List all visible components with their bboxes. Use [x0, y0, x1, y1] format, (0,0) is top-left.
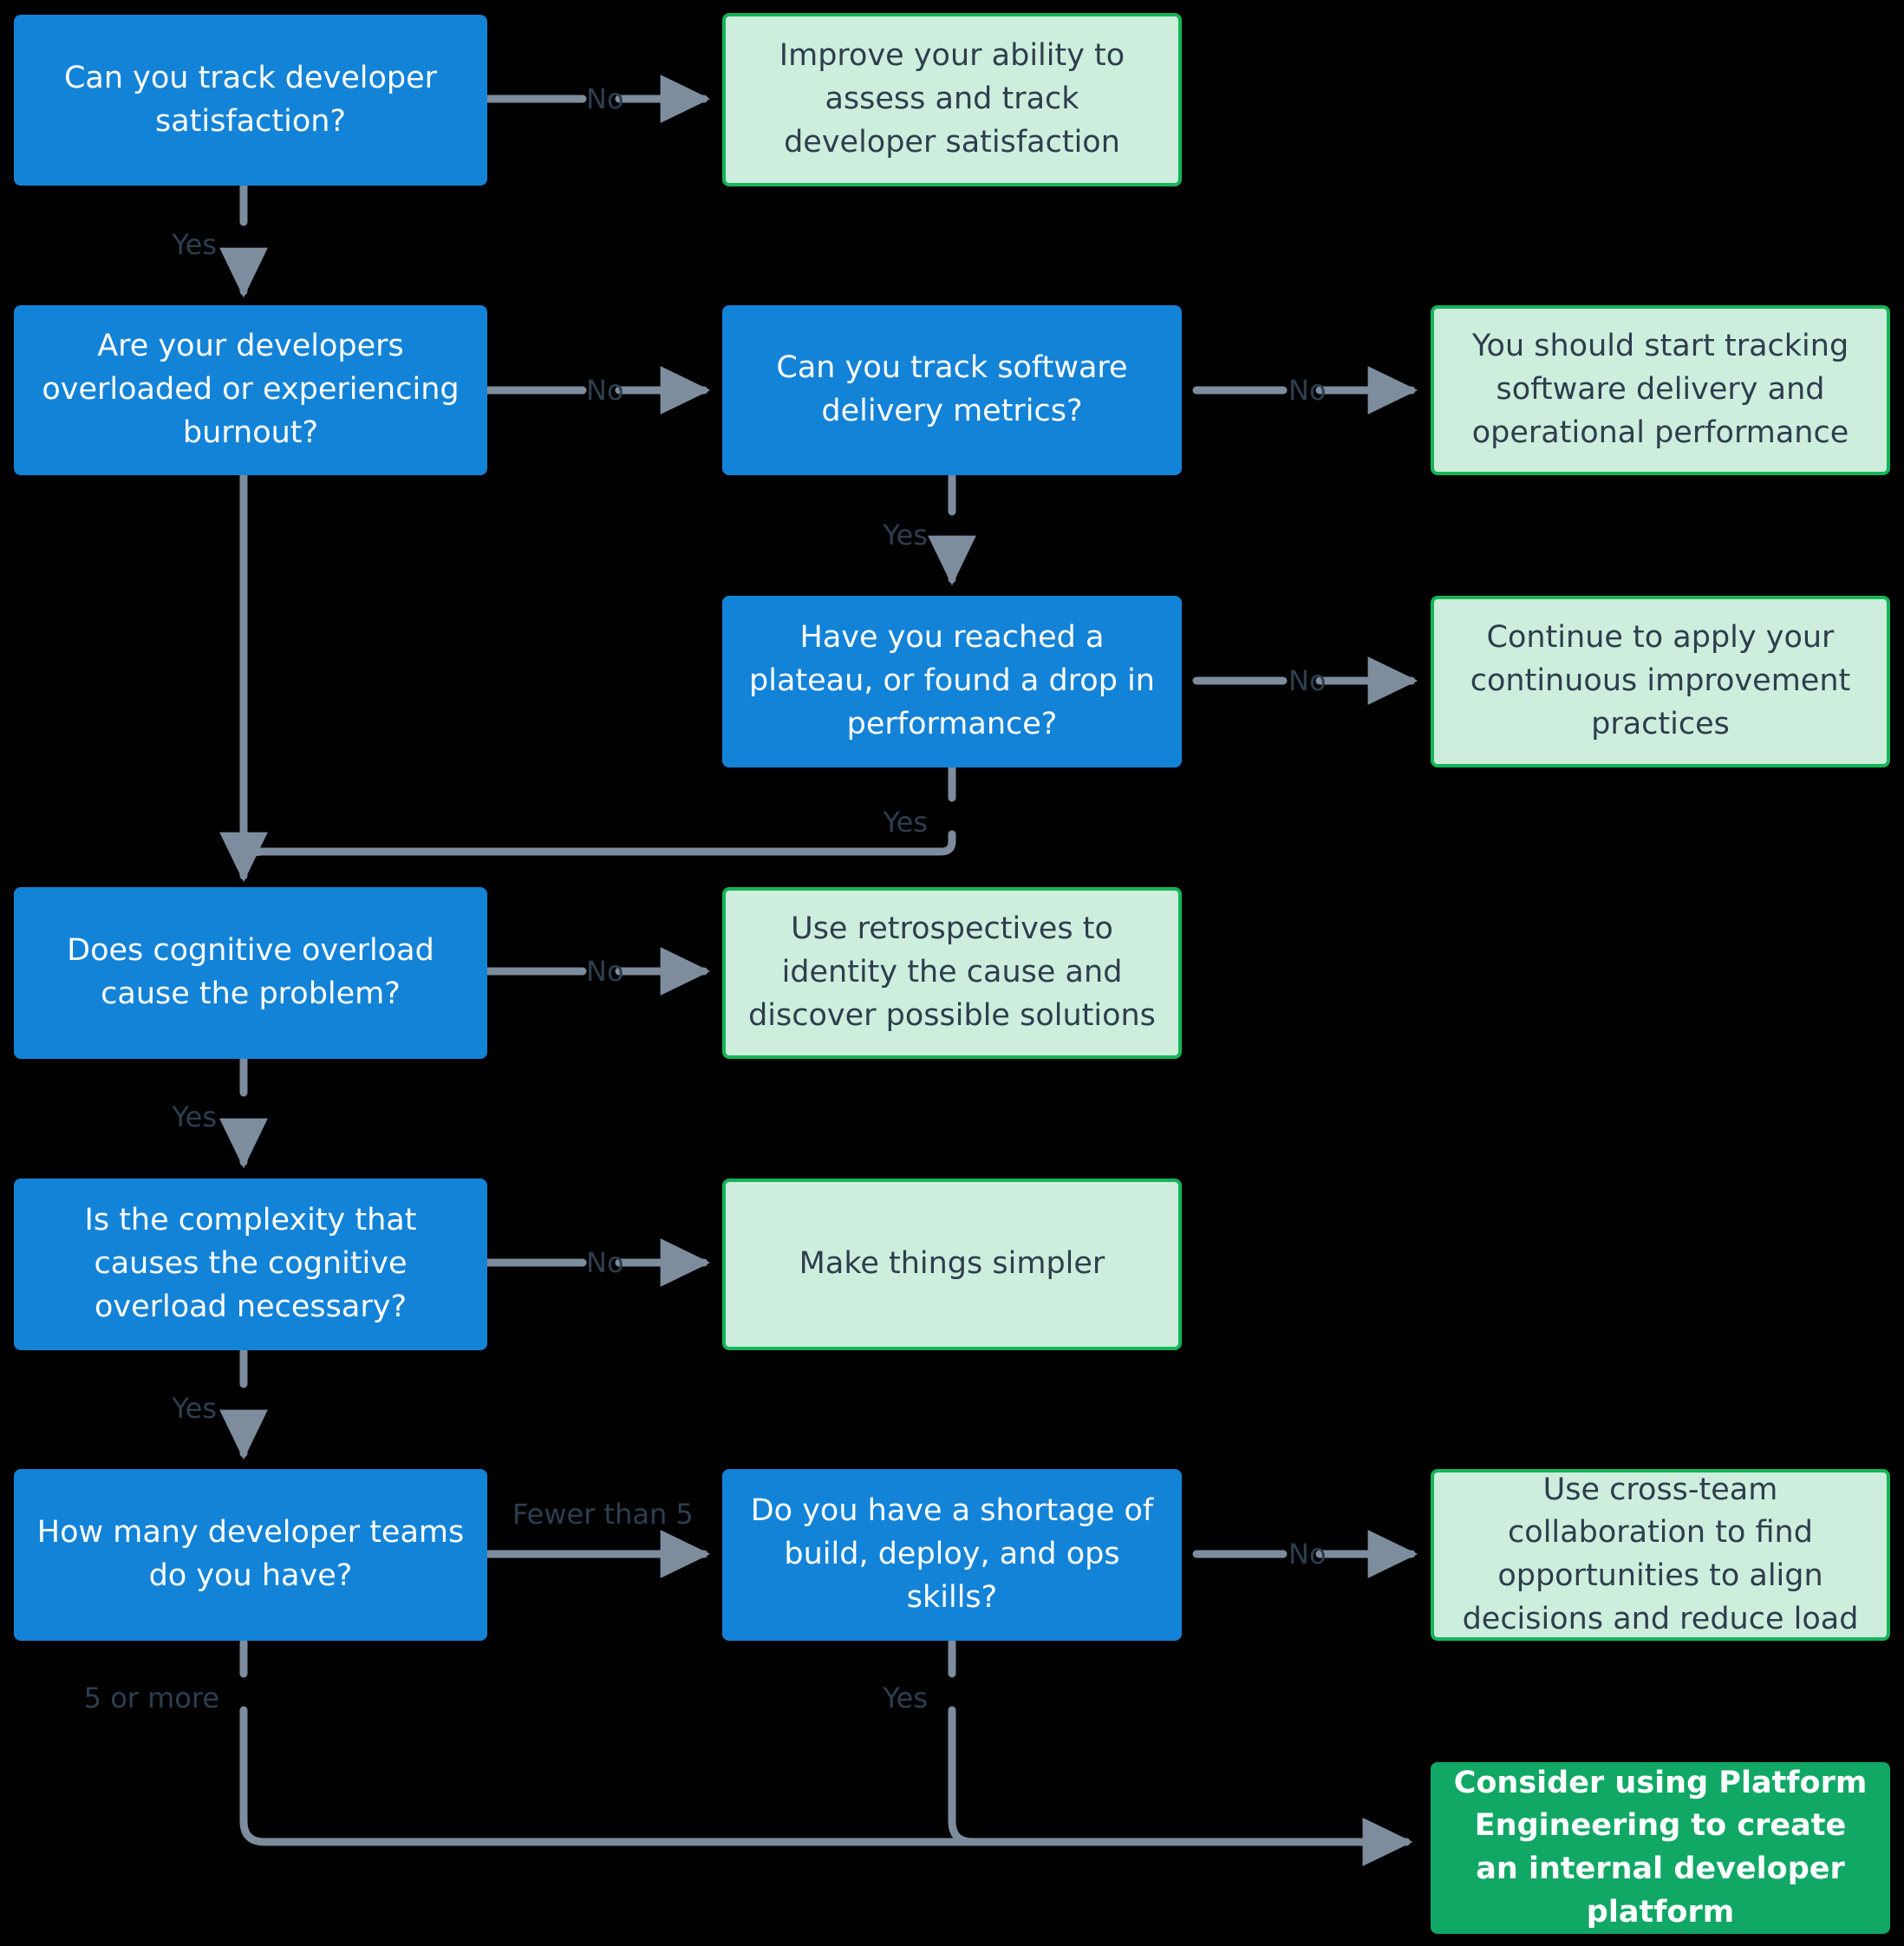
- edge-label-yes-3: Yes: [883, 806, 928, 839]
- edge-label-no-5: No: [586, 955, 624, 988]
- node-label: Do you have a shortage of build, deploy,…: [750, 1493, 1154, 1615]
- node-label: Use retrospectives to identity the cause…: [748, 911, 1156, 1033]
- edge-label-no-6: No: [586, 1246, 624, 1279]
- node-label: Can you track developer satisfaction?: [63, 60, 438, 139]
- node-can-you-track-developer-satisfaction[interactable]: Can you track developer satisfaction?: [14, 15, 487, 186]
- edge-label-5-or-more: 5 or more: [83, 1682, 219, 1714]
- node-label: Use cross-team collaboration to find opp…: [1462, 1472, 1859, 1636]
- node-how-many-developer-teams[interactable]: How many developer teams do you have?: [14, 1469, 487, 1641]
- node-consider-platform-engineering[interactable]: Consider using Platform Engineering to c…: [1431, 1762, 1890, 1934]
- edge-label-no-4: No: [1288, 664, 1327, 697]
- node-have-you-reached-a-plateau[interactable]: Have you reached a plateau, or found a d…: [722, 596, 1182, 767]
- node-can-you-track-software-delivery-metrics[interactable]: Can you track software delivery metrics?: [722, 305, 1182, 475]
- node-label: How many developer teams do you have?: [36, 1515, 465, 1593]
- edge-n13-n15: [948, 1706, 1413, 1866]
- edge-n12-n15: [239, 1706, 1413, 1866]
- edge-label-yes-2: Yes: [883, 519, 928, 552]
- edge-n6-merge: [239, 830, 956, 875]
- node-label: Continue to apply your continuous improv…: [1470, 620, 1851, 741]
- edge-label-no-1: No: [586, 82, 624, 115]
- node-label: Does cognitive overload cause the proble…: [67, 933, 434, 1011]
- node-start-tracking-software-delivery[interactable]: You should start tracking software deliv…: [1431, 305, 1890, 475]
- node-use-cross-team-collaboration[interactable]: Use cross-team collaboration to find opp…: [1431, 1469, 1890, 1641]
- node-label: Make things simpler: [799, 1246, 1105, 1282]
- edge-label-yes-1: Yes: [172, 228, 217, 261]
- node-label: Are your developers overloaded or experi…: [42, 329, 460, 450]
- node-label: Have you reached a plateau, or found a d…: [749, 620, 1155, 741]
- node-continue-continuous-improvement[interactable]: Continue to apply your continuous improv…: [1431, 596, 1890, 767]
- flowchart-canvas: Can you track developer satisfaction? Im…: [0, 0, 1904, 1946]
- node-label: Improve your ability to assess and track…: [779, 38, 1125, 160]
- node-are-your-developers-overloaded[interactable]: Are your developers overloaded or experi…: [14, 305, 487, 475]
- node-does-cognitive-overload-cause-problem[interactable]: Does cognitive overload cause the proble…: [14, 887, 487, 1059]
- node-shortage-of-build-deploy-ops-skills[interactable]: Do you have a shortage of build, deploy,…: [722, 1469, 1182, 1641]
- edge-label-no-7: No: [1288, 1538, 1327, 1571]
- node-use-retrospectives[interactable]: Use retrospectives to identity the cause…: [722, 887, 1182, 1059]
- node-label: Is the complexity that causes the cognit…: [84, 1203, 417, 1324]
- node-improve-ability-to-assess[interactable]: Improve your ability to assess and track…: [722, 13, 1182, 186]
- edge-label-yes-6: Yes: [883, 1682, 928, 1714]
- edge-label-yes-4: Yes: [172, 1100, 217, 1133]
- node-is-complexity-necessary[interactable]: Is the complexity that causes the cognit…: [14, 1179, 487, 1350]
- node-label: Consider using Platform Engineering to c…: [1453, 1765, 1868, 1930]
- edge-label-yes-5: Yes: [172, 1392, 217, 1425]
- edge-label-fewer-than-5: Fewer than 5: [512, 1498, 694, 1531]
- edge-label-no-2: No: [586, 374, 624, 407]
- node-label: Can you track software delivery metrics?: [776, 350, 1128, 428]
- node-make-things-simpler[interactable]: Make things simpler: [722, 1179, 1182, 1350]
- node-label: You should start tracking software deliv…: [1471, 329, 1849, 450]
- edge-label-no-3: No: [1288, 374, 1327, 407]
